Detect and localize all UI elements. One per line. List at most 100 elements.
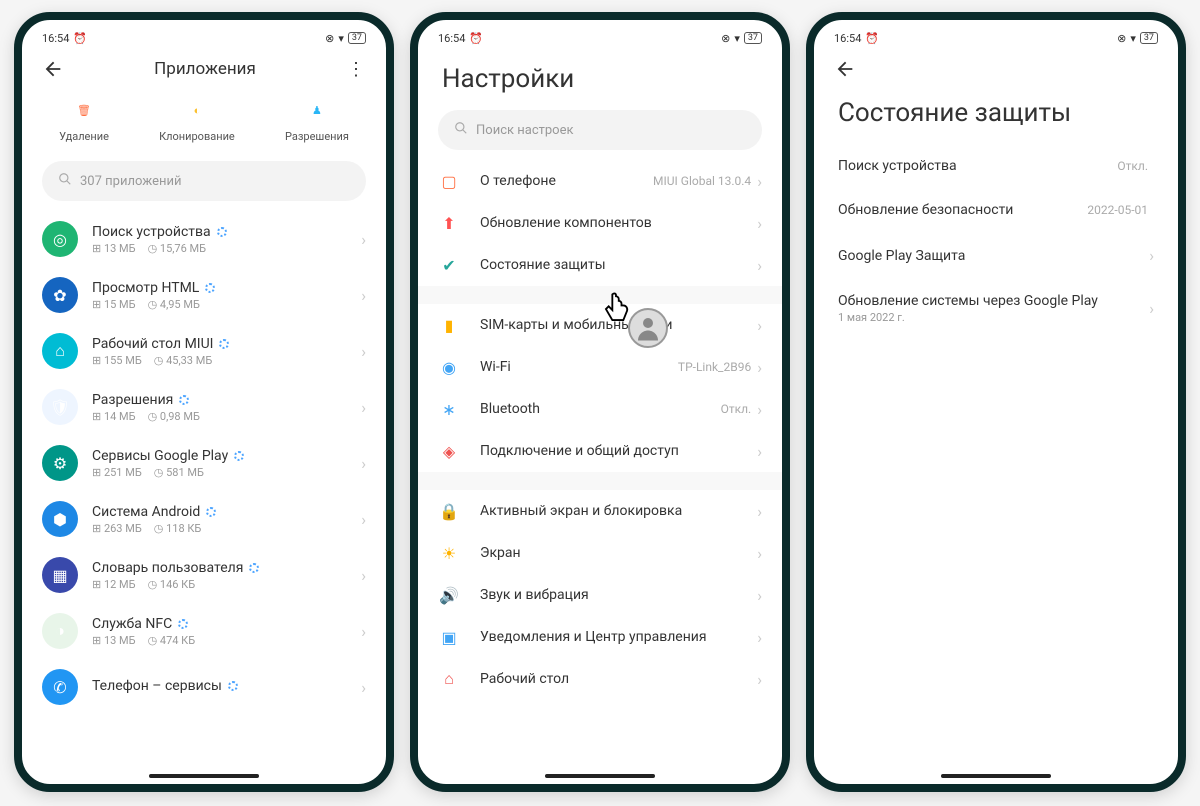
- bluetooth-icon: ∗: [438, 398, 460, 420]
- settings-row[interactable]: ☀ Экран ›: [418, 532, 782, 574]
- settings-row[interactable]: ⌂ Рабочий стол ›: [418, 658, 782, 700]
- chevron-right-icon: ›: [361, 566, 366, 585]
- security-row[interactable]: Обновление системы через Google Play 1 м…: [814, 279, 1178, 338]
- setting-label: Подключение и общий доступ: [480, 443, 757, 459]
- clock: 16:54: [42, 32, 69, 45]
- phone-icon: ▢: [438, 170, 460, 192]
- setting-value: MIUI Global 13.0.4: [653, 174, 751, 188]
- brightness-icon: ☀: [438, 542, 460, 564]
- home-indicator[interactable]: [149, 774, 259, 778]
- loading-spinner-icon: [205, 283, 215, 293]
- chevron-right-icon: ›: [361, 622, 366, 641]
- clock: 16:54: [438, 32, 465, 45]
- app-row[interactable]: ▦ Словарь пользователя ⊞ 12 МБ ◷ 146 КБ …: [22, 547, 386, 603]
- home-indicator[interactable]: [545, 774, 655, 778]
- app-row[interactable]: ◎ Поиск устройства ⊞ 13 МБ ◷ 15,76 МБ ›: [22, 211, 386, 267]
- app-icon: ⚙: [42, 445, 78, 481]
- security-row[interactable]: Google Play Защита ›: [814, 232, 1178, 279]
- settings-row[interactable]: ◈ Подключение и общий доступ ›: [418, 430, 782, 472]
- setting-label: Звук и вибрация: [480, 587, 757, 603]
- item-label: Обновление системы через Google Play: [838, 293, 1149, 309]
- loading-spinner-icon: [249, 563, 259, 573]
- battery-indicator: 37: [348, 32, 366, 44]
- home-icon: ⌂: [438, 668, 460, 690]
- chevron-right-icon: ›: [361, 454, 366, 473]
- action-label: Разрешения: [285, 130, 349, 143]
- search-input[interactable]: Поиск настроек: [438, 110, 762, 150]
- update-icon: ⬆: [438, 212, 460, 234]
- shield-icon: ✔: [438, 254, 460, 276]
- chevron-right-icon: ›: [757, 400, 762, 419]
- chevron-right-icon: ›: [361, 510, 366, 529]
- chevron-right-icon: ›: [757, 316, 762, 335]
- page-title: Приложения: [76, 59, 334, 79]
- wifi-icon: ▾: [338, 32, 344, 45]
- settings-row[interactable]: ▢ О телефоне MIUI Global 13.0.4 ›: [418, 160, 782, 202]
- back-button[interactable]: [42, 58, 64, 80]
- action-clone[interactable]: ◐ Клонирование: [159, 96, 235, 143]
- search-input[interactable]: 307 приложений: [42, 161, 366, 201]
- settings-row[interactable]: ⬆ Обновление компонентов ›: [418, 202, 782, 244]
- app-list: ◎ Поиск устройства ⊞ 13 МБ ◷ 15,76 МБ › …: [22, 211, 386, 715]
- sound-icon: 🔊: [438, 584, 460, 606]
- setting-value: TP-Link_2B96: [678, 360, 751, 374]
- app-name: Система Android: [92, 504, 200, 520]
- storage-size: ⊞ 15 МБ: [92, 298, 136, 311]
- loading-spinner-icon: [206, 507, 216, 517]
- phone-security-screen: 16:54 ⏰ ⊗ ▾ 37 Состояние защиты Поиск ус…: [806, 12, 1186, 792]
- security-row[interactable]: Обновление безопасности 2022-05-01: [814, 188, 1178, 232]
- storage-size: ⊞ 13 МБ: [92, 634, 136, 647]
- app-row[interactable]: ✆ Телефон – сервисы ›: [22, 659, 386, 715]
- app-row[interactable]: ⚙ Сервисы Google Play ⊞ 251 МБ ◷ 581 МБ …: [22, 435, 386, 491]
- loading-spinner-icon: [219, 339, 229, 349]
- statusbar: 16:54 ⏰ ⊗ ▾ 37: [418, 26, 782, 50]
- permission-icon: ♟: [303, 96, 331, 124]
- app-icon: ◑: [42, 613, 78, 649]
- chevron-right-icon: ›: [757, 628, 762, 647]
- settings-row[interactable]: 🔒 Активный экран и блокировка ›: [418, 490, 782, 532]
- app-row[interactable]: ✿ Просмотр HTML ⊞ 15 МБ ◷ 4,95 МБ ›: [22, 267, 386, 323]
- home-indicator[interactable]: [941, 774, 1051, 778]
- settings-row[interactable]: 🔊 Звук и вибрация ›: [418, 574, 782, 616]
- app-row[interactable]: 🛡 Разрешения ⊞ 14 МБ ◷ 0,98 МБ ›: [22, 379, 386, 435]
- loading-spinner-icon: [178, 619, 188, 629]
- share-icon: ◈: [438, 440, 460, 462]
- overflow-menu[interactable]: ⋮: [346, 59, 366, 80]
- data-size: ◷ 15,76 МБ: [148, 242, 207, 255]
- settings-list: ▢ О телефоне MIUI Global 13.0.4 › ⬆ Обно…: [418, 160, 782, 700]
- alarm-icon: ⏰: [469, 32, 483, 45]
- data-size: ◷ 581 МБ: [154, 466, 204, 479]
- phone-settings-screen: 16:54 ⏰ ⊗ ▾ 37 Настройки Поиск настроек …: [410, 12, 790, 792]
- settings-row[interactable]: ▣ Уведомления и Центр управления ›: [418, 616, 782, 658]
- app-name: Поиск устройства: [92, 224, 211, 240]
- app-icon: ⬢: [42, 501, 78, 537]
- action-delete[interactable]: 🗑 Удаление: [59, 96, 109, 143]
- action-permissions[interactable]: ♟ Разрешения: [285, 96, 349, 143]
- alarm-icon: ⏰: [865, 32, 879, 45]
- storage-size: ⊞ 251 МБ: [92, 466, 142, 479]
- battery-indicator: 37: [744, 32, 762, 44]
- app-row[interactable]: ⌂ Рабочий стол MIUI ⊞ 155 МБ ◷ 45,33 МБ …: [22, 323, 386, 379]
- item-label: Google Play Защита: [838, 248, 1149, 264]
- security-row[interactable]: Поиск устройства Откл.: [814, 144, 1178, 188]
- settings-row[interactable]: ◉ Wi-Fi TP-Link_2B96 ›: [418, 346, 782, 388]
- setting-label: О телефоне: [480, 173, 653, 189]
- setting-label: SIM-карты и мобильные сети: [480, 317, 757, 333]
- trash-icon: 🗑: [70, 96, 98, 124]
- setting-value: Откл.: [721, 402, 752, 416]
- settings-row[interactable]: ✔ Состояние защиты ›: [418, 244, 782, 286]
- settings-row[interactable]: ▮ SIM-карты и мобильные сети ›: [418, 304, 782, 346]
- clone-icon: ◐: [183, 96, 211, 124]
- chevron-right-icon: ›: [757, 586, 762, 605]
- setting-label: Уведомления и Центр управления: [480, 629, 757, 645]
- chevron-right-icon: ›: [757, 502, 762, 521]
- back-button[interactable]: [834, 65, 856, 84]
- chevron-right-icon: ›: [757, 442, 762, 461]
- settings-row[interactable]: ∗ Bluetooth Откл. ›: [418, 388, 782, 430]
- chevron-right-icon: ›: [1149, 299, 1154, 318]
- app-row[interactable]: ⬢ Система Android ⊞ 263 МБ ◷ 118 КБ ›: [22, 491, 386, 547]
- search-icon: [58, 172, 72, 190]
- item-value: Откл.: [1117, 159, 1148, 173]
- setting-label: Bluetooth: [480, 401, 721, 417]
- app-row[interactable]: ◑ Служба NFC ⊞ 13 МБ ◷ 474 КБ ›: [22, 603, 386, 659]
